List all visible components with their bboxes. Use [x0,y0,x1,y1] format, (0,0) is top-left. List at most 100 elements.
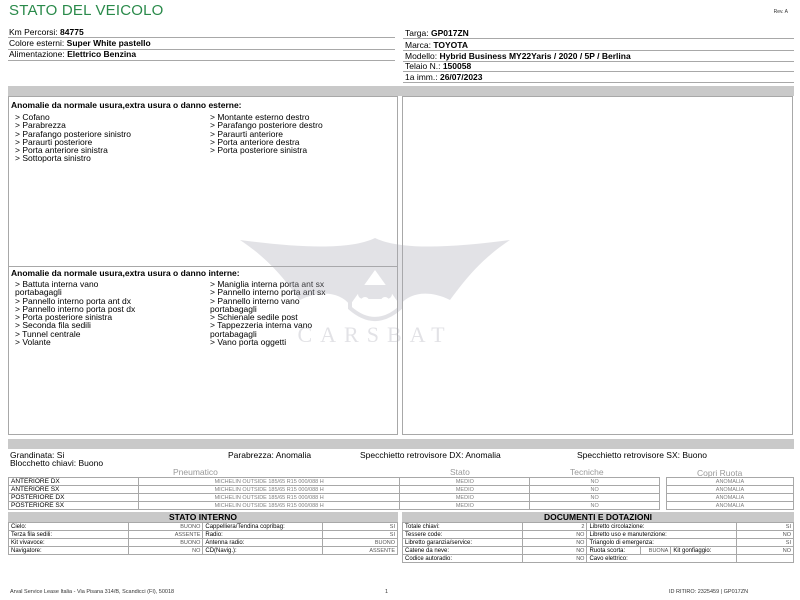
document-value: NO [736,530,794,539]
interior-value: BUONO [322,538,398,547]
model-row: Modello: Hybrid Business MY22Yaris / 202… [405,51,631,61]
color-row: Colore esterni: Super White pastello [9,38,151,48]
tire-position: POSTERIORE DX [8,493,139,502]
registration-row: 1a imm.: 26/07/2023 [405,72,483,82]
tire-state: MEDIO [399,501,531,510]
list-item: > Sottoporta sinistro [15,153,91,164]
divider [8,60,395,61]
document-value: NO [521,546,588,555]
chassis-row: Telaio N.: 150058 [405,61,471,71]
interior-value: SI [322,530,398,539]
bat-logo-icon: CARSBAT [240,238,510,347]
document-label: Codice autoradio: [402,554,523,563]
external-damage-list-1: > Cofano > Parabrezza > Parafango poster… [15,113,131,163]
interior-value: BUONO [127,538,204,547]
mirror-dx-status: Specchietto retrovisore DX: Anomalia [360,450,501,460]
document-label: Cavo elettrico: [586,554,738,563]
interior-value: ASSENTE [127,530,204,539]
interior-label: Navigatore: [8,546,129,555]
registration-label: 1a imm.: [405,72,438,82]
tire-model: MICHELIN OUTSIDE 185/65 R15 000/088 H [137,485,401,494]
external-damage-title: Anomalie da normale usura,extra usura o … [11,100,242,110]
km-row: Km Percorsi: 84775 [9,27,84,37]
documenti-table: Totale chiavi: 2 Libretto circolazione: … [402,522,794,563]
interior-label: CD(Navig.): [202,546,324,555]
document-value: BUONA [640,546,672,555]
table-row: ANTERIORE SX MICHELIN OUTSIDE 185/65 R15… [8,485,660,494]
internal-damage-list-1: > Battuta interna vano portabagagli > Pa… [15,280,135,347]
carsbat-watermark-logo: CARSBAT [230,230,520,360]
table-row: ANOMALIA [666,493,794,502]
plate-label: Targa: [405,28,429,38]
mirror-sx-status: Specchietto retrovisore SX: Buono [577,450,707,460]
document-value: NO [521,530,588,539]
document-label: Tessere code: [402,530,523,539]
brand-value: TOYOTA [433,40,468,50]
tire-tech: NO [529,477,660,486]
tire-tech: NO [529,501,660,510]
table-row: POSTERIORE SX MICHELIN OUTSIDE 185/65 R1… [8,501,660,510]
external-damage-list-2: > Montante esterno destro > Parafango po… [210,113,323,155]
wheel-cover-state: ANOMALIA [666,485,794,494]
tire-model: MICHELIN OUTSIDE 185/65 R15 000/088 H [137,477,401,486]
documenti-title: DOCUMENTI E DOTAZIONI [402,512,794,522]
plate-value: GP017ZN [431,28,469,38]
interior-label: Kit vivavoce: [8,538,129,547]
document-label: Libretto uso e manutenzione: [586,530,738,539]
tire-state: MEDIO [399,485,531,494]
tire-tech: NO [529,485,660,494]
fuel-label: Alimentazione: [9,49,65,59]
document-value: 2 [521,522,588,531]
tire-position: ANTERIORE DX [8,477,139,486]
divider [403,38,794,39]
fuel-value: Elettrico Benzina [67,49,137,59]
fuel-row: Alimentazione: Elettrico Benzina [9,49,136,59]
tech-header: Tecniche [570,467,604,477]
divider [403,82,794,83]
document-value [736,554,794,563]
table-row: POSTERIORE DX MICHELIN OUTSIDE 185/65 R1… [8,493,660,502]
tire-state: MEDIO [399,493,531,502]
table-row: Tessere code: NO Libretto uso e manutenz… [402,530,794,539]
watermark-text: CARSBAT [297,322,452,347]
interior-label: Radio: [202,530,324,539]
km-value: 84775 [60,27,84,37]
plate-row: Targa: GP017ZN [405,28,469,38]
document-label: Libretto circolazione: [586,522,738,531]
document-value: NO [736,546,794,555]
tire-position: ANTERIORE SX [8,485,139,494]
chassis-value: 150058 [442,61,472,71]
state-header: Stato [450,467,470,477]
tire-tech: NO [529,493,660,502]
interior-value: SI [322,522,398,531]
windshield-status: Parabrezza: Anomalia [228,450,312,460]
document-value: SI [736,522,794,531]
vehicle-info-right: Targa: GP017ZN Marca: TOYOTA Modello: Hy… [403,25,794,83]
table-row: ANOMALIA [666,485,794,494]
document-value: SI [736,538,794,547]
chassis-label: Telaio N.: [405,61,441,71]
interior-value: BUONO [127,522,204,531]
document-label: Totale chiavi: [402,522,523,531]
document-label: Catene da neve: [402,546,523,555]
tire-header: Pneumatico [173,467,218,477]
table-row: ANOMALIA [666,477,794,486]
footer-company: Arval Service Lease Italia - Via Pisana … [10,589,175,595]
color-value: Super White pastello [66,38,151,48]
interior-value: ASSENTE [322,546,398,555]
internal-damage-title: Anomalie da normale usura,extra usura o … [11,268,240,278]
footer-page-number: 1 [385,589,389,595]
section-band [8,439,794,449]
tire-model: MICHELIN OUTSIDE 185/65 R15 000/088 H [137,501,401,510]
table-row: Kit vivavoce: BUONO Antenna radio: BUONO [8,538,398,547]
model-value: Hybrid Business MY22Yaris / 2020 / 5P / … [439,51,631,61]
key-block-status: Blocchetto chiavi: Buono [10,458,104,468]
stato-interno-table: Cielo: BUONO Cappelliera/Tendina copriba… [8,522,398,555]
brand-row: Marca: TOYOTA [405,40,468,50]
km-label: Km Percorsi: [9,27,58,37]
interior-label: Cappelliera/Tendina copribag: [202,522,324,531]
table-row: Catene da neve: NO Ruota scorta: BUONA K… [402,546,794,555]
table-row: Libretto garanzia/service: NO Triangolo … [402,538,794,547]
table-row: Navigatore: NO CD(Navig.): ASSENTE [8,546,398,555]
model-label: Modello: [405,51,438,61]
